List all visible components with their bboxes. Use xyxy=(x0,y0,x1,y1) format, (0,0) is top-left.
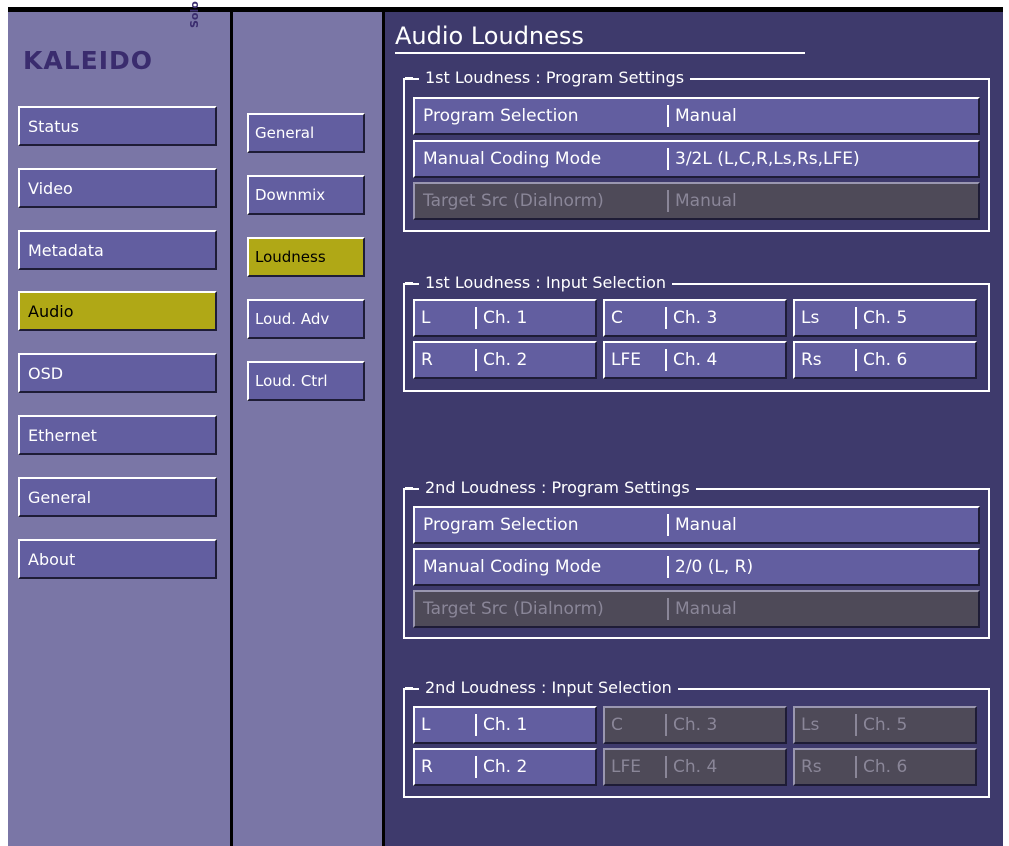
group-label: 1st Loudness : Input Selection xyxy=(404,272,673,294)
row-value: Manual xyxy=(675,106,737,126)
divider xyxy=(665,714,667,736)
channel-value: Ch. 1 xyxy=(483,308,528,328)
page-title: Audio Loudness xyxy=(395,22,584,50)
program-selection-row-1[interactable]: Program Selection Manual xyxy=(413,97,980,135)
subnav-loud-ctrl-button[interactable]: Loud. Ctrl xyxy=(247,361,365,401)
channel-value: Ch. 6 xyxy=(863,350,908,370)
divider xyxy=(667,598,669,620)
divider xyxy=(667,148,669,170)
divider xyxy=(667,190,669,212)
divider xyxy=(475,307,477,329)
channel-key: Ls xyxy=(801,308,820,328)
channel-key: Ls xyxy=(801,715,820,735)
channel-value: Ch. 6 xyxy=(863,757,908,777)
channel-value: Ch. 2 xyxy=(483,350,528,370)
input1-cell-r[interactable]: R Ch. 2 xyxy=(413,341,597,379)
channel-value: Ch. 5 xyxy=(863,308,908,328)
nav-video-button[interactable]: Video xyxy=(18,168,217,208)
divider xyxy=(855,714,857,736)
divider xyxy=(475,349,477,371)
row-key: Manual Coding Mode xyxy=(423,149,602,169)
divider xyxy=(665,756,667,778)
channel-value: Ch. 1 xyxy=(483,715,528,735)
row-value: 2/0 (L, R) xyxy=(675,557,754,577)
row-key: Manual Coding Mode xyxy=(423,557,602,577)
group-label: 1st Loudness : Program Settings xyxy=(404,67,691,89)
input1-cell-c[interactable]: C Ch. 3 xyxy=(603,299,787,337)
row-key: Program Selection xyxy=(423,515,579,535)
divider xyxy=(855,349,857,371)
divider xyxy=(667,105,669,127)
subnav-downmix-button[interactable]: Downmix xyxy=(247,175,365,215)
nav-general-button[interactable]: General xyxy=(18,477,217,517)
input2-cell-rs: Rs Ch. 6 xyxy=(793,748,977,786)
channel-key: LFE xyxy=(611,350,641,370)
channel-value: Ch. 5 xyxy=(863,715,908,735)
target-src-row-1: Target Src (Dialnorm) Manual xyxy=(413,182,980,220)
group-label: 2nd Loudness : Input Selection xyxy=(405,677,678,699)
divider xyxy=(475,756,477,778)
nav-metadata-button[interactable]: Metadata xyxy=(18,230,217,270)
kaleido-logo: KALEIDO xyxy=(23,46,154,75)
divider xyxy=(475,714,477,736)
channel-key: C xyxy=(611,308,623,328)
nav-status-button[interactable]: Status xyxy=(18,106,217,146)
input2-cell-c: C Ch. 3 xyxy=(603,706,787,744)
program-selection-row-2[interactable]: Program Selection Manual xyxy=(413,506,980,544)
channel-value: Ch. 4 xyxy=(673,350,718,370)
divider xyxy=(855,307,857,329)
row-key: Program Selection xyxy=(423,106,579,126)
target-src-row-2: Target Src (Dialnorm) Manual xyxy=(413,590,980,628)
channel-key: L xyxy=(421,715,431,735)
subnav-general-button[interactable]: General xyxy=(247,113,365,153)
subnav-loudness-button[interactable]: Loudness xyxy=(247,237,365,277)
input1-cell-lfe[interactable]: LFE Ch. 4 xyxy=(603,341,787,379)
row-value: Manual xyxy=(675,191,737,211)
row-value: 3/2L (L,C,R,Ls,Rs,LFE) xyxy=(675,149,860,169)
divider xyxy=(667,514,669,536)
input2-cell-l[interactable]: L Ch. 1 xyxy=(413,706,597,744)
row-value: Manual xyxy=(675,515,737,535)
input1-cell-l[interactable]: L Ch. 1 xyxy=(413,299,597,337)
channel-value: Ch. 3 xyxy=(673,715,718,735)
row-key: Target Src (Dialnorm) xyxy=(423,191,604,211)
divider xyxy=(665,349,667,371)
divider xyxy=(855,756,857,778)
channel-key: Rs xyxy=(801,757,822,777)
channel-key: L xyxy=(421,308,431,328)
nav-about-button[interactable]: About xyxy=(18,539,217,579)
channel-key: C xyxy=(611,715,623,735)
input1-cell-rs[interactable]: Rs Ch. 6 xyxy=(793,341,977,379)
input2-cell-ls: Ls Ch. 5 xyxy=(793,706,977,744)
input2-cell-lfe: LFE Ch. 4 xyxy=(603,748,787,786)
subnav-loud-adv-button[interactable]: Loud. Adv xyxy=(247,299,365,339)
title-underline xyxy=(395,52,805,54)
channel-key: R xyxy=(421,350,433,370)
manual-coding-mode-row-1[interactable]: Manual Coding Mode 3/2L (L,C,R,Ls,Rs,LFE… xyxy=(413,140,980,178)
nav-ethernet-button[interactable]: Ethernet xyxy=(18,415,217,455)
channel-value: Ch. 2 xyxy=(483,757,528,777)
channel-key: Rs xyxy=(801,350,822,370)
manual-coding-mode-row-2[interactable]: Manual Coding Mode 2/0 (L, R) xyxy=(413,548,980,586)
nav-audio-button[interactable]: Audio xyxy=(18,291,217,331)
divider xyxy=(667,556,669,578)
row-value: Manual xyxy=(675,599,737,619)
channel-key: R xyxy=(421,757,433,777)
solo-logo-text: Solo xyxy=(188,1,201,28)
divider xyxy=(665,307,667,329)
channel-value: Ch. 4 xyxy=(673,757,718,777)
input1-cell-ls[interactable]: Ls Ch. 5 xyxy=(793,299,977,337)
channel-value: Ch. 3 xyxy=(673,308,718,328)
nav-osd-button[interactable]: OSD xyxy=(18,353,217,393)
channel-key: LFE xyxy=(611,757,641,777)
input2-cell-r[interactable]: R Ch. 2 xyxy=(413,748,597,786)
group-label: 2nd Loudness : Program Settings xyxy=(405,477,696,499)
row-key: Target Src (Dialnorm) xyxy=(423,599,604,619)
